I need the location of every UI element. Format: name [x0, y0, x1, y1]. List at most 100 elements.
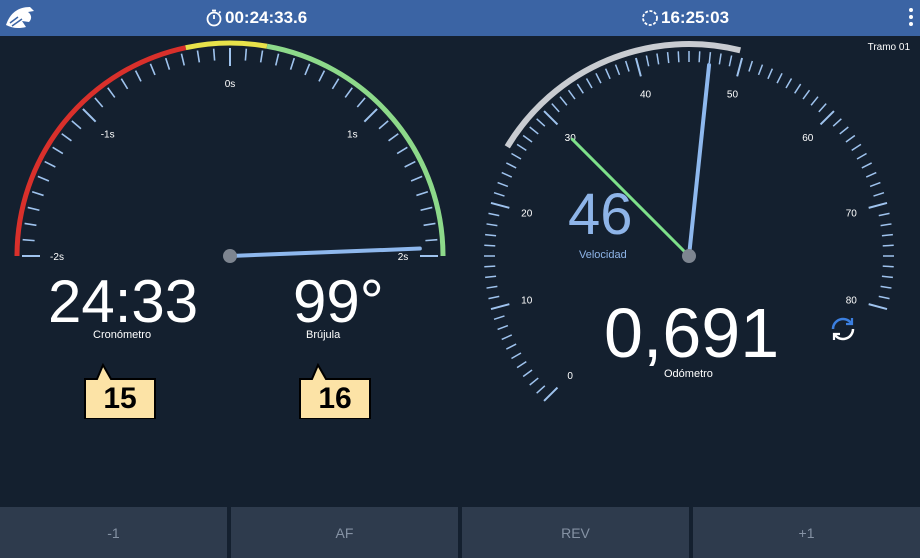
speed-tick: [506, 162, 517, 169]
offset-tick: [52, 146, 64, 155]
speed-tick: [559, 96, 568, 106]
speed-tick: [497, 324, 509, 331]
speed-tick: [880, 223, 892, 227]
callout-16: 16: [298, 362, 372, 420]
more-vert-icon[interactable]: [908, 8, 914, 28]
stopwatch-icon: [206, 9, 222, 27]
speed-tick: [776, 73, 783, 84]
speed-tick: [536, 385, 546, 394]
speed-tick: [878, 295, 890, 300]
offset-tick: [134, 70, 142, 82]
speed-needle: [687, 63, 712, 258]
offset-tick-label: 2s: [398, 252, 409, 263]
speed-tick-label: 40: [640, 90, 652, 101]
offset-tick: [331, 78, 340, 90]
callout-15: 15: [83, 362, 157, 420]
offset-tick: [212, 48, 216, 61]
speed-tick: [736, 57, 744, 77]
offset-tick: [344, 87, 353, 98]
bottom-button-bar: -1 AF REV +1: [0, 507, 920, 558]
speed-tick: [493, 191, 505, 197]
speed-tick: [604, 68, 611, 80]
offset-tick: [378, 120, 389, 130]
speed-tick: [529, 126, 539, 135]
speed-tick: [614, 64, 621, 76]
minus-one-button[interactable]: -1: [0, 507, 227, 558]
speed-tick: [486, 223, 498, 227]
callout-15-text: 15: [103, 382, 137, 415]
speed-tick: [511, 352, 522, 360]
speed-tick-label: 70: [846, 209, 858, 220]
offset-tick: [37, 175, 50, 182]
offset-tick: [396, 146, 408, 155]
offset-tick: [318, 70, 326, 82]
speed-tick: [880, 285, 892, 289]
speed-tick: [624, 60, 630, 72]
refresh-icon[interactable]: [828, 314, 858, 344]
speed-tick: [516, 143, 527, 151]
speed-tick: [585, 78, 593, 89]
offset-tick: [82, 108, 97, 123]
offset-tick: [259, 50, 264, 63]
offset-tick: [274, 53, 280, 66]
speed-tick: [516, 361, 527, 369]
speed-tick: [819, 110, 835, 126]
rev-button[interactable]: REV: [462, 507, 689, 558]
offset-tick: [420, 206, 433, 212]
plus-one-button[interactable]: +1: [693, 507, 920, 558]
offset-tick: [425, 238, 438, 242]
speed-tick: [543, 386, 559, 402]
speed-tick: [748, 60, 754, 72]
speed-label: Velocidad: [579, 249, 627, 261]
speed-tick: [522, 369, 533, 378]
speed-tick: [677, 51, 680, 63]
speed-tick-label: 0: [567, 371, 573, 382]
speed-tick-label: 50: [727, 90, 739, 101]
offset-tick: [31, 190, 44, 197]
offset-tick: [356, 97, 366, 108]
offset-needle: [228, 246, 422, 258]
speed-tick: [543, 110, 559, 126]
speed-tick: [645, 55, 650, 67]
speed-tick: [882, 244, 894, 247]
odometer-label: Odómetro: [664, 368, 713, 380]
speed-tick: [757, 64, 764, 76]
offset-tick: [410, 175, 423, 182]
offset-tick: [71, 120, 82, 130]
offset-arc-yellow: [185, 40, 268, 51]
speed-tick-label: 10: [521, 295, 533, 306]
speed-tick: [882, 265, 894, 268]
offset-tick: [107, 87, 116, 98]
offset-tick: [94, 97, 104, 108]
af-button[interactable]: AF: [231, 507, 458, 558]
offset-tick: [363, 108, 378, 123]
speed-tick: [536, 118, 546, 127]
eagle-logo-icon[interactable]: [4, 3, 36, 33]
top-bar: 00:24:33.6 16:25:03: [0, 0, 920, 36]
speed-tick-label: 20: [521, 209, 533, 220]
speed-tick: [861, 162, 872, 169]
offset-tick-label: -2s: [50, 252, 64, 263]
speed-tick: [634, 57, 642, 77]
speed-tick: [511, 152, 522, 160]
speed-tick: [484, 244, 496, 247]
speed-tick: [832, 118, 842, 127]
offset-tick: [24, 222, 37, 227]
offset-tick: [27, 206, 40, 212]
speed-tick: [595, 73, 602, 84]
speed-tick-label: 80: [846, 295, 858, 306]
elapsed-timer: 00:24:33.6: [205, 7, 307, 29]
offset-tick: [289, 57, 296, 70]
compass-label: Brújula: [306, 329, 341, 341]
offset-tick-label: -1s: [101, 130, 115, 141]
speed-tick: [501, 171, 513, 178]
speed-tick: [881, 233, 893, 237]
speed-tick: [529, 377, 539, 386]
speed-tick: [802, 89, 811, 100]
speed-tick: [522, 134, 533, 143]
speed-tick: [506, 343, 517, 350]
offset-gauge: -2s -1s 0s 1s 2s: [14, 40, 446, 263]
speed-tick: [485, 233, 497, 237]
speed-tick: [810, 96, 819, 106]
offset-tick: [404, 160, 416, 168]
